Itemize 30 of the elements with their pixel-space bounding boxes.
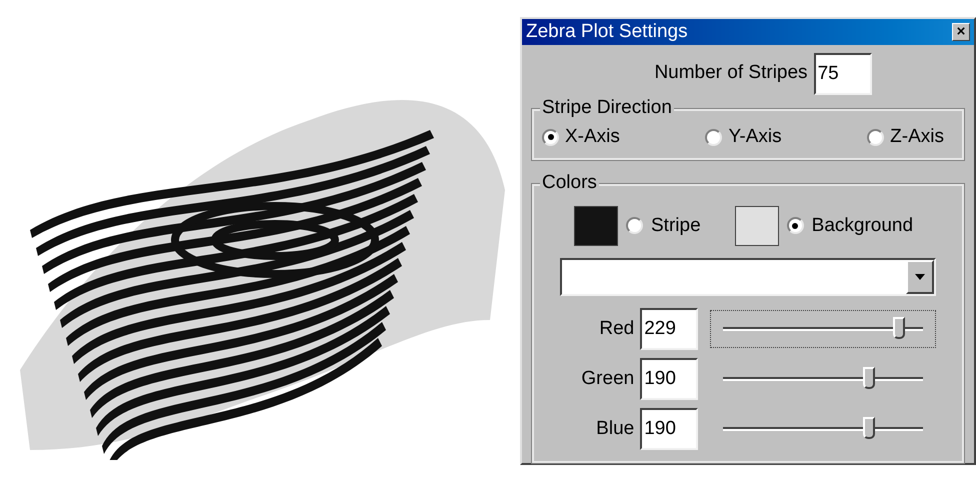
group-title: Stripe Direction bbox=[540, 98, 674, 117]
radio-button[interactable] bbox=[786, 217, 804, 234]
input-field[interactable]: 190 bbox=[640, 358, 698, 400]
radio-label: Background bbox=[812, 214, 914, 238]
slider-thumb[interactable] bbox=[863, 366, 876, 389]
color-swatch[interactable] bbox=[574, 206, 618, 246]
dropdown-button[interactable] bbox=[906, 260, 934, 294]
radio-label: Stripe bbox=[651, 214, 701, 238]
input-field[interactable]: 190 bbox=[640, 408, 698, 450]
input-field[interactable]: 229 bbox=[640, 308, 698, 350]
close-button[interactable]: × bbox=[952, 22, 970, 41]
radio-label: Z-Axis bbox=[890, 124, 944, 149]
field-label: Number of Stripes bbox=[654, 61, 808, 86]
radio-button[interactable] bbox=[626, 217, 643, 234]
channel-label: Red bbox=[598, 316, 636, 341]
color-swatch[interactable] bbox=[734, 206, 779, 246]
radio-button[interactable] bbox=[867, 128, 884, 146]
channel-label: Blue bbox=[595, 416, 636, 441]
dropdown[interactable] bbox=[560, 258, 936, 296]
radio-label: Y-Axis bbox=[728, 124, 782, 149]
channel-label: Green bbox=[580, 366, 636, 391]
slider-thumb[interactable] bbox=[863, 416, 876, 439]
slider[interactable] bbox=[710, 310, 936, 348]
input-field[interactable]: 75 bbox=[814, 52, 872, 95]
radio-label: X-Axis bbox=[565, 124, 620, 149]
radio-button[interactable] bbox=[542, 128, 559, 146]
window-title: Zebra Plot Settings bbox=[526, 22, 688, 42]
slider-thumb[interactable] bbox=[893, 316, 906, 339]
radio-button[interactable] bbox=[705, 128, 722, 146]
caret-icon bbox=[915, 274, 925, 280]
